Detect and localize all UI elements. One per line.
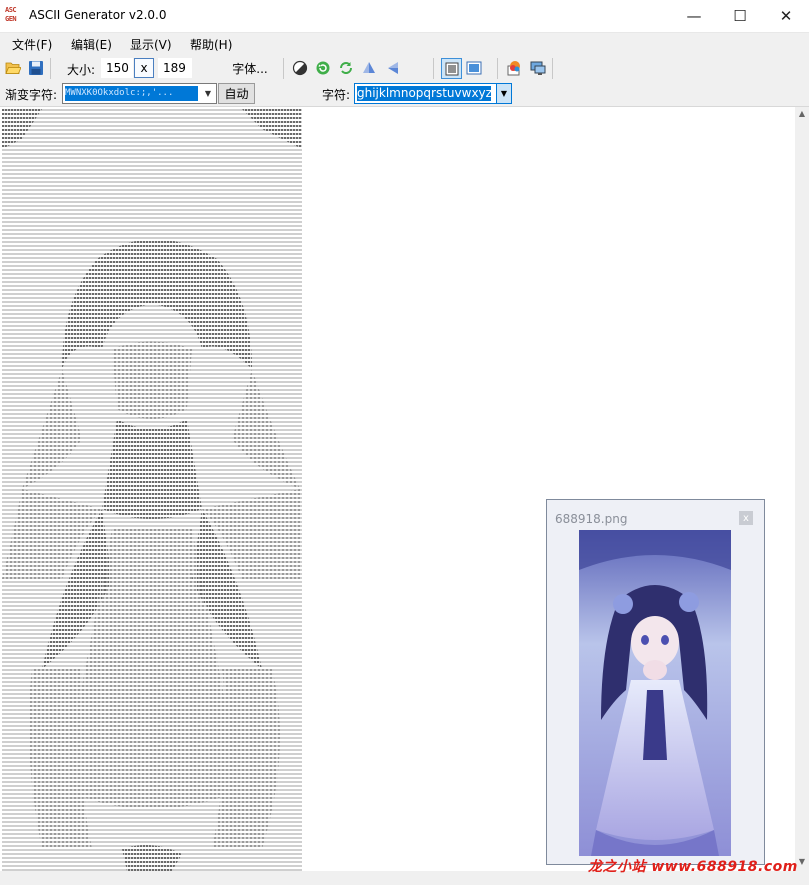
aspect-lock-button[interactable]: x bbox=[134, 58, 154, 78]
ramp-label: 渐变字符: bbox=[5, 88, 58, 102]
auto-button[interactable]: 自动 bbox=[218, 83, 255, 104]
font-button[interactable]: 字体... bbox=[226, 58, 274, 78]
maximize-button[interactable]: ☐ bbox=[717, 0, 763, 32]
ascii-art bbox=[2, 109, 302, 871]
menu-edit[interactable]: 编辑(E) bbox=[71, 36, 112, 53]
close-button[interactable]: ✕ bbox=[763, 0, 809, 32]
chevron-down-icon[interactable]: ▼ bbox=[200, 84, 216, 103]
toolbar: 大小: 150 x 189 字体... bbox=[0, 55, 809, 82]
ramp-input[interactable]: MWNXK0Okxdolc:;,'... bbox=[65, 86, 198, 101]
menu-help[interactable]: 帮助(H) bbox=[190, 36, 232, 53]
vertical-scrollbar[interactable]: ▲ ▼ bbox=[795, 107, 809, 871]
title-bar: ASC GEN ASCII Generator v2.0.0 — ☐ ✕ bbox=[0, 0, 809, 33]
toolbar-separator bbox=[552, 58, 553, 79]
cycle-icon[interactable] bbox=[337, 59, 355, 77]
contrast-icon[interactable] bbox=[291, 59, 309, 77]
watermark-text: 龙之小站 www.688918.com bbox=[588, 859, 798, 875]
toolbar-separator bbox=[50, 58, 51, 79]
scroll-up-icon[interactable]: ▲ bbox=[795, 109, 809, 121]
preview-filename: 688918.png bbox=[555, 512, 628, 526]
menu-bar: 文件(F) 编辑(E) 显示(V) 帮助(H) bbox=[0, 33, 809, 55]
text-view-icon[interactable] bbox=[441, 58, 462, 79]
monitor-icon[interactable] bbox=[529, 59, 547, 77]
folder-open-icon[interactable] bbox=[4, 59, 22, 77]
size-label: 大小: bbox=[67, 63, 96, 77]
refresh-icon[interactable] bbox=[314, 59, 332, 77]
toolbar-separator bbox=[283, 58, 284, 79]
chars-combobox[interactable]: ghijklmnopqrstuvwxyz$ ▼ bbox=[354, 83, 512, 104]
image-view-icon[interactable] bbox=[465, 59, 483, 77]
ramp-combobox[interactable]: MWNXK0Okxdolc:;,'... ▼ bbox=[62, 83, 217, 104]
options-bar: 渐变字符: MWNXK0Okxdolc:;,'... ▼ 自动 字符: ghij… bbox=[0, 82, 809, 107]
chevron-down-icon[interactable]: ▼ bbox=[496, 84, 511, 103]
menu-file[interactable]: 文件(F) bbox=[12, 36, 52, 53]
chars-label: 字符: bbox=[322, 88, 351, 102]
preview-image bbox=[579, 530, 731, 856]
toolbar-separator bbox=[497, 58, 498, 79]
flip-vertical-icon[interactable] bbox=[360, 59, 378, 77]
flip-horizontal-icon[interactable] bbox=[384, 59, 402, 77]
toolbar-separator bbox=[433, 58, 434, 79]
save-icon[interactable] bbox=[27, 59, 45, 77]
color-palette-icon[interactable] bbox=[505, 59, 523, 77]
window-title: ASCII Generator v2.0.0 bbox=[29, 8, 167, 22]
width-input[interactable]: 150 bbox=[101, 58, 133, 78]
height-input[interactable]: 189 bbox=[158, 58, 192, 78]
minimize-button[interactable]: — bbox=[671, 0, 717, 32]
preview-window[interactable]: 688918.png x bbox=[546, 499, 765, 865]
preview-close-button[interactable]: x bbox=[739, 511, 753, 525]
app-logo-icon: ASC GEN bbox=[5, 6, 17, 23]
chars-input[interactable]: ghijklmnopqrstuvwxyz$ bbox=[357, 86, 491, 101]
menu-view[interactable]: 显示(V) bbox=[130, 36, 172, 53]
